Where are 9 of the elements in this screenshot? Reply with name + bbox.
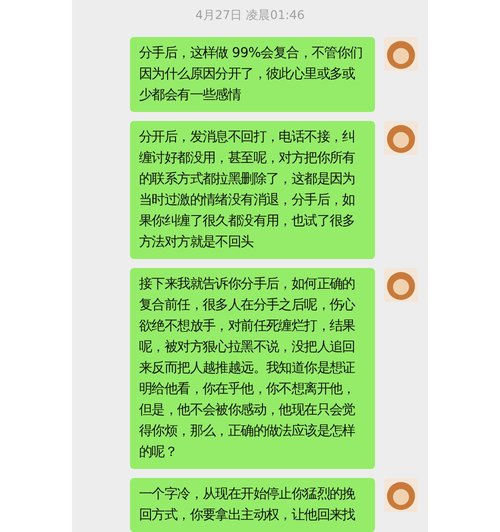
message-bubble: 接下来我就告诉你分手后，如何正确的复合前任，很多人在分手之后呢，伤心欲绝不想放手，对前任死缠烂打，结果呢，被对方狠心拉黑不说，没把人追回来反而把人越推越远。我知道你是想证明给他看，你在乎他，你不想离开他，但是，他不会被你感动，他现在只会觉得你烦，那么，正确的做法应该是怎样的呢？	[130, 268, 375, 469]
timestamp: 4月27日 凌晨01:46	[195, 7, 305, 23]
message-bubble: 分手后，这样做 99%会复合，不管你们因为什么原因分开了，彼此心里或多或少都会有一些感情	[130, 37, 375, 112]
avatar-icon[interactable]	[384, 268, 418, 302]
avatar-icon[interactable]	[384, 478, 418, 512]
avatar-icon[interactable]	[384, 37, 418, 71]
message-bubble: 一个字冷，从现在开始停止你猛烈的挽回方式，你要拿出主动权，让他回来找	[130, 478, 375, 532]
message-bubble: 分开后，发消息不回打，电话不接，纠缠讨好都没用，甚至呢，对方把你所有的联系方式都拉黑删除了，这都是因为当时过激的情绪没有消退，分手后，如果你纠缠了很久都没有用，也试了很多方法对方就是不回头	[130, 121, 375, 259]
avatar-icon[interactable]	[384, 121, 418, 155]
